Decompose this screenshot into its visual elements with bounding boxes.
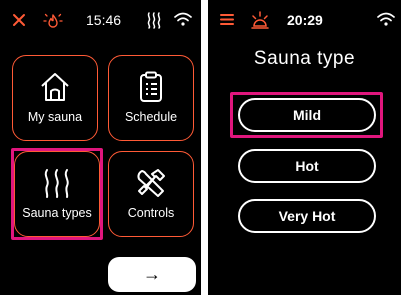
next-button[interactable]: → <box>108 257 196 292</box>
close-icon[interactable] <box>12 13 26 27</box>
clipboard-icon <box>140 71 162 102</box>
tile-controls[interactable]: Controls <box>108 151 194 237</box>
wifi-icon <box>174 12 192 26</box>
tile-sauna-types[interactable]: Sauna types <box>14 151 100 237</box>
page-title: Sauna type <box>253 48 356 69</box>
tile-label: Schedule <box>124 110 178 124</box>
tile-my-sauna[interactable]: My sauna <box>12 55 98 141</box>
tools-icon <box>137 169 165 197</box>
option-very-hot[interactable]: Very Hot <box>238 199 376 233</box>
status-bar: 15:46 <box>0 0 201 40</box>
tile-label: Controls <box>127 206 175 220</box>
flame-icon <box>43 13 63 28</box>
wifi-icon <box>377 12 395 26</box>
status-time: 20:29 <box>287 12 323 28</box>
heat-waves-icon <box>147 12 161 29</box>
tile-schedule[interactable]: Schedule <box>108 55 194 141</box>
option-hot[interactable]: Hot <box>238 149 376 183</box>
light-bulb-icon <box>251 11 269 29</box>
home-screen: 15:46 My sauna Schedule Sauna types Cont… <box>0 0 201 295</box>
status-time: 15:46 <box>86 12 122 28</box>
menu-icon[interactable] <box>220 13 234 26</box>
steam-icon <box>44 169 69 198</box>
option-mild[interactable]: Mild <box>238 98 376 132</box>
tile-label: My sauna <box>27 110 83 124</box>
status-bar: 20:29 <box>208 0 401 40</box>
tile-label: Sauna types <box>22 206 92 220</box>
home-icon <box>41 73 69 101</box>
sauna-type-screen: 20:29 Sauna type Mild Hot Very Hot <box>208 0 401 295</box>
